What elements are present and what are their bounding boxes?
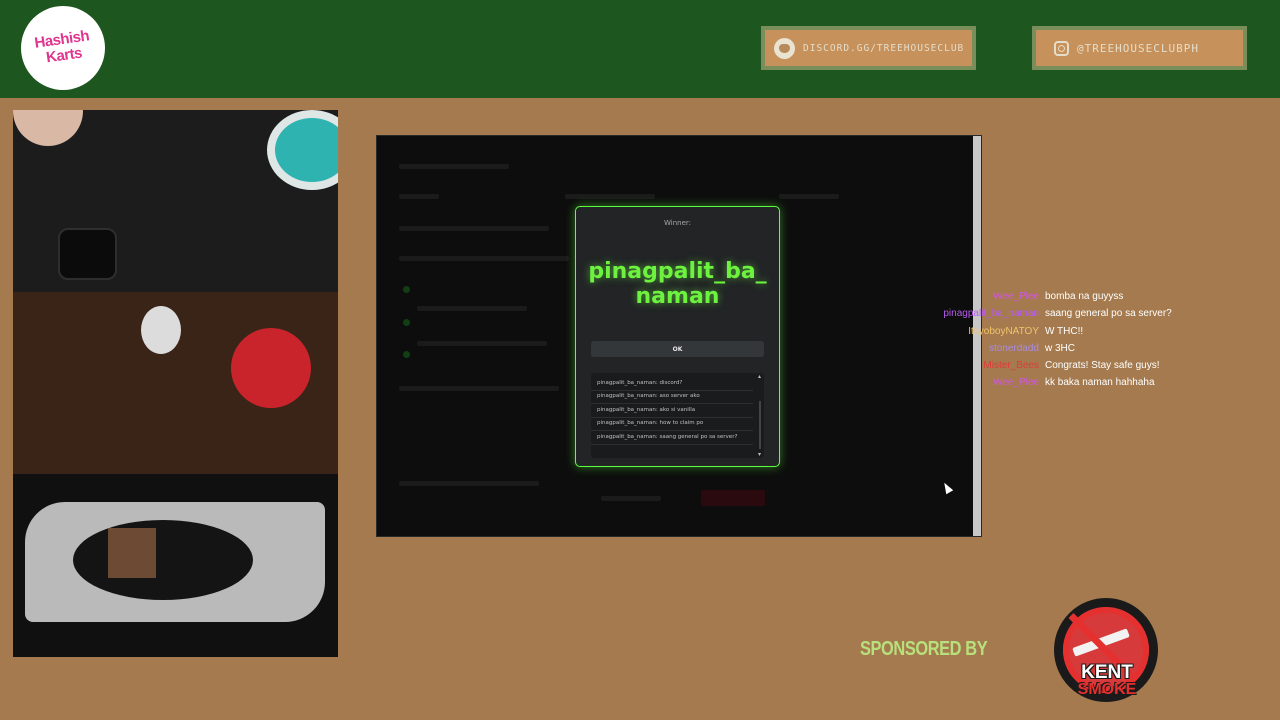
sponsor-brand-line2: SMOKE — [1077, 681, 1137, 698]
dim-dot — [403, 319, 410, 326]
chat-username: Mister_Bees — [983, 360, 1039, 372]
dim-row — [417, 341, 547, 346]
chat-message: saang general po sa server? — [1045, 308, 1172, 320]
logo-text: Hashish Karts — [33, 27, 91, 67]
log-item: pinagpalit_ba_naman: saang general po sa… — [591, 431, 753, 445]
winner-modal: Winner: pinagpalit_ba_naman OK pinagpali… — [575, 206, 780, 467]
log-item: pinagpalit_ba_naman: aso server ako — [591, 391, 753, 404]
chat-username: ItsyoboyNATOY — [968, 325, 1039, 337]
message-log[interactable]: pinagpalit_ba_naman: discord? pinagpalit… — [591, 373, 764, 458]
log-item: pinagpalit_ba_naman: discord? — [591, 377, 753, 391]
dim-row — [399, 481, 539, 486]
chat-line: pinagpalit_ba_naman saang general po sa … — [900, 308, 1260, 325]
chat-line: stonerdadd w 3HC — [900, 343, 1260, 360]
chat-message: bomba na guyyss — [1045, 291, 1124, 302]
webcam-tray-logo — [73, 520, 253, 600]
dim-red-button — [701, 490, 765, 506]
log-item: pinagpalit_ba_naman: ako si vanilla — [591, 404, 753, 418]
webcam-red-mat — [231, 328, 311, 408]
instagram-icon — [1054, 40, 1069, 56]
channel-logo: Hashish Karts — [21, 6, 105, 90]
webcam-feed — [13, 110, 338, 657]
ok-button[interactable]: OK — [591, 341, 764, 357]
dim-tab — [779, 194, 839, 199]
dim-row — [399, 226, 549, 231]
log-scrollbar[interactable] — [759, 401, 761, 449]
chat-overlay: Wee_Plee bomba na guyyss pinagpalit_ba_n… — [900, 291, 1260, 395]
chat-username: stonerdadd — [988, 342, 1039, 354]
winner-label: Winner: — [663, 219, 691, 227]
webcam-device — [108, 528, 156, 578]
discord-icon — [774, 37, 795, 59]
chat-message: w 3HC — [1045, 342, 1076, 354]
dim-dot — [403, 351, 410, 358]
dim-button — [601, 496, 661, 501]
instagram-label: @TREEHOUSECLUBPH — [1077, 41, 1199, 55]
webcam-jar — [58, 228, 117, 280]
dim-tab — [399, 194, 439, 199]
header-bar: Hashish Karts DISCORD.GG/TREEHOUSECLUB @… — [0, 0, 1280, 98]
scroll-down-icon[interactable]: ▾ — [758, 451, 761, 458]
chat-message: W THC!! — [1045, 325, 1084, 337]
discord-label: DISCORD.GG/TREEHOUSECLUB — [803, 42, 965, 54]
sponsored-by-label: SPONSORED BY — [860, 638, 988, 660]
dim-row — [417, 306, 527, 311]
dim-row — [399, 256, 569, 261]
dim-tab — [565, 194, 655, 199]
log-item: pinagpalit_ba_naman: how to claim po — [591, 418, 753, 431]
dim-dot — [403, 286, 410, 293]
scroll-up-icon[interactable]: ▴ — [758, 373, 761, 380]
discord-badge[interactable]: DISCORD.GG/TREEHOUSECLUB — [761, 26, 976, 70]
dim-title — [399, 164, 509, 169]
winner-name: pinagpalit_ba_naman — [588, 259, 767, 309]
chat-line: ItsyoboyNATOY W THC!! — [900, 326, 1260, 343]
webcam-mouse — [141, 306, 181, 354]
instagram-badge[interactable]: @TREEHOUSECLUBPH — [1032, 26, 1247, 70]
chat-username: Wee_Plee — [993, 377, 1039, 389]
chat-line: Mister_Bees Congrats! Stay safe guys! — [900, 360, 1260, 377]
sponsor-logo: KENT SMOKE — [1054, 598, 1158, 702]
chat-message: Congrats! Stay safe guys! — [1045, 360, 1160, 372]
chat-username: Wee_Plee — [993, 291, 1039, 302]
chat-message: kk baka naman hahhaha — [1045, 377, 1155, 389]
chat-line: Wee_Plee bomba na guyyss — [900, 291, 1260, 308]
dim-row — [399, 386, 559, 391]
chat-line: Wee_Plee kk baka naman hahhaha — [900, 377, 1260, 394]
chat-username: pinagpalit_ba_naman — [943, 308, 1039, 320]
